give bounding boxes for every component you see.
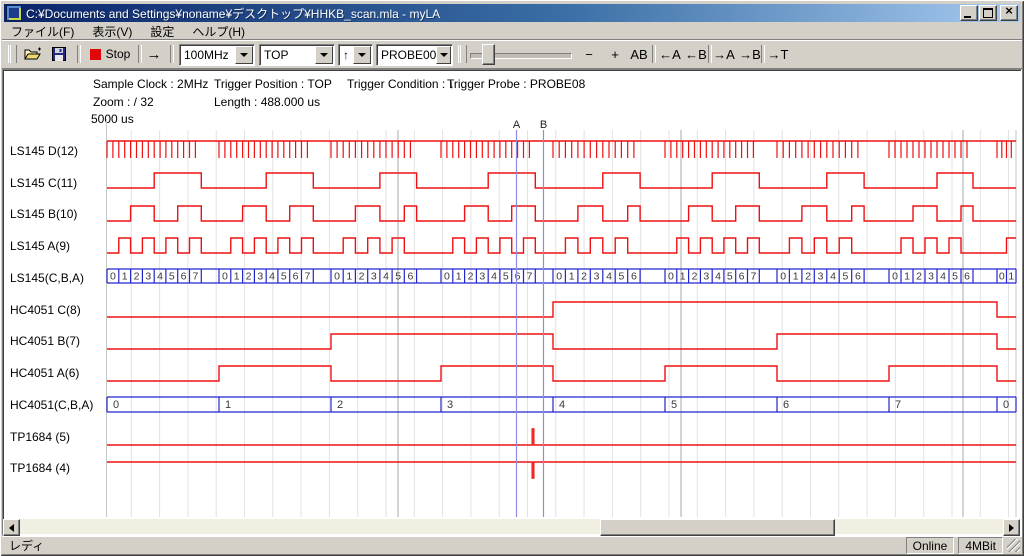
channel-label-8: HC4051(C,B,A) (10, 398, 93, 412)
open-file-button[interactable] (20, 43, 46, 65)
run-arrow-icon: → (147, 46, 162, 63)
chevron-down-icon[interactable] (235, 46, 253, 64)
zoom-in-button[interactable]: + (603, 43, 627, 65)
channel-label-7: HC4051 A(6) (10, 366, 79, 380)
channel-label-9: TP1684 (5) (10, 430, 70, 444)
save-floppy-icon (52, 47, 66, 61)
status-bar: レディ Online 4MBit (2, 536, 1022, 554)
sample-clock-info: Sample Clock : 2MHz (93, 77, 208, 91)
stop-icon (90, 49, 101, 60)
channel-label-0: LS145 D(12) (10, 144, 78, 158)
sample-clock-combo-value: 100MHz (180, 48, 235, 62)
scroll-left-button[interactable] (3, 519, 20, 536)
trigger-probe-info: Trigger Probe : PROBE08 (447, 77, 585, 91)
trigger-position-combo-value: TOP (260, 48, 315, 62)
maximize-button[interactable] (979, 5, 997, 21)
close-button[interactable] (1000, 5, 1018, 21)
channel-label-4: LS145(C,B,A) (10, 271, 84, 285)
window-title: C:¥Documents and Settings¥noname¥デスクトップ¥… (26, 5, 440, 22)
online-status-badge: Online (906, 537, 955, 554)
length-info: Length : 488.000 us (214, 95, 320, 109)
toolbar-separator (652, 45, 656, 63)
app-icon (6, 5, 22, 21)
menu-item-2[interactable]: 設定 (141, 22, 183, 41)
memory-status-badge: 4MBit (958, 537, 1003, 554)
zoom-out-button[interactable]: − (577, 43, 601, 65)
goto-b-left-button[interactable]: ←B (683, 43, 709, 65)
trigger-edge-combo-value: ↑ (339, 48, 353, 62)
zoom-info: Zoom : / 32 (93, 95, 154, 109)
open-folder-icon (24, 47, 42, 61)
menu-item-1[interactable]: 表示(V) (83, 22, 141, 41)
run-button[interactable]: → (142, 43, 166, 65)
toolbar-separator (77, 45, 81, 63)
ab-button[interactable]: AB (627, 43, 651, 65)
chevron-down-icon[interactable] (315, 46, 333, 64)
toolbar-separator (170, 45, 174, 63)
trigger-condition-info: Trigger Condition : ↓ (347, 77, 455, 91)
minimize-button[interactable] (960, 5, 978, 21)
trigger-probe-combo-value: PROBE00 (377, 48, 436, 62)
status-message: レディ (2, 537, 906, 554)
toolbar-grip[interactable] (458, 45, 467, 63)
sample-clock-combo[interactable]: 100MHz (179, 44, 255, 66)
trigger-probe-combo[interactable]: PROBE00 (376, 44, 453, 66)
title-bar[interactable]: C:¥Documents and Settings¥noname¥デスクトップ¥… (4, 4, 1020, 22)
channel-label-2: LS145 B(10) (10, 207, 77, 221)
menu-item-0[interactable]: ファイル(F) (2, 22, 83, 41)
time-scale-label: 5000 us (91, 112, 134, 126)
trigger-edge-combo[interactable]: ↑ (338, 44, 373, 66)
waveform-panel (2, 69, 1022, 536)
goto-a-right-button[interactable]: →A (711, 43, 737, 65)
resize-grip[interactable] (1007, 539, 1020, 552)
stop-button[interactable]: Stop (84, 43, 136, 65)
trigger-position-combo[interactable]: TOP (259, 44, 335, 66)
horizontal-scrollbar[interactable] (3, 519, 1020, 534)
channel-label-1: LS145 C(11) (10, 176, 77, 190)
menu-item-3[interactable]: ヘルプ(H) (183, 22, 254, 41)
chevron-down-icon[interactable] (353, 46, 371, 64)
channel-label-5: HC4051 C(8) (10, 303, 81, 317)
logic-analyzer-window: C:¥Documents and Settings¥noname¥デスクトップ¥… (0, 0, 1024, 556)
triangle-right-icon (1009, 524, 1014, 532)
goto-b-right-button[interactable]: →B (737, 43, 763, 65)
goto-a-left-button[interactable]: ←A (657, 43, 683, 65)
toolbar: Stop → 100MHz TOP ↑ PROBE00 −+AB ←A←B→A→B→T (2, 39, 1022, 69)
zoom-slider-handle[interactable] (482, 44, 495, 65)
toolbar-grip[interactable] (8, 45, 17, 63)
triangle-left-icon (9, 524, 14, 532)
channel-label-3: LS145 A(9) (10, 239, 70, 253)
save-file-button[interactable] (46, 43, 72, 65)
channel-label-10: TP1684 (4) (10, 461, 70, 475)
trigger-position-info: Trigger Position : TOP (214, 77, 332, 91)
menu-bar: ファイル(F)表示(V)設定ヘルプ(H) (2, 23, 1022, 39)
channel-label-6: HC4051 B(7) (10, 334, 80, 348)
scrollbar-thumb[interactable] (600, 519, 835, 536)
chevron-down-icon[interactable] (436, 46, 451, 64)
scroll-right-button[interactable] (1003, 519, 1020, 536)
goto-trigger-button[interactable]: →T (765, 43, 791, 65)
